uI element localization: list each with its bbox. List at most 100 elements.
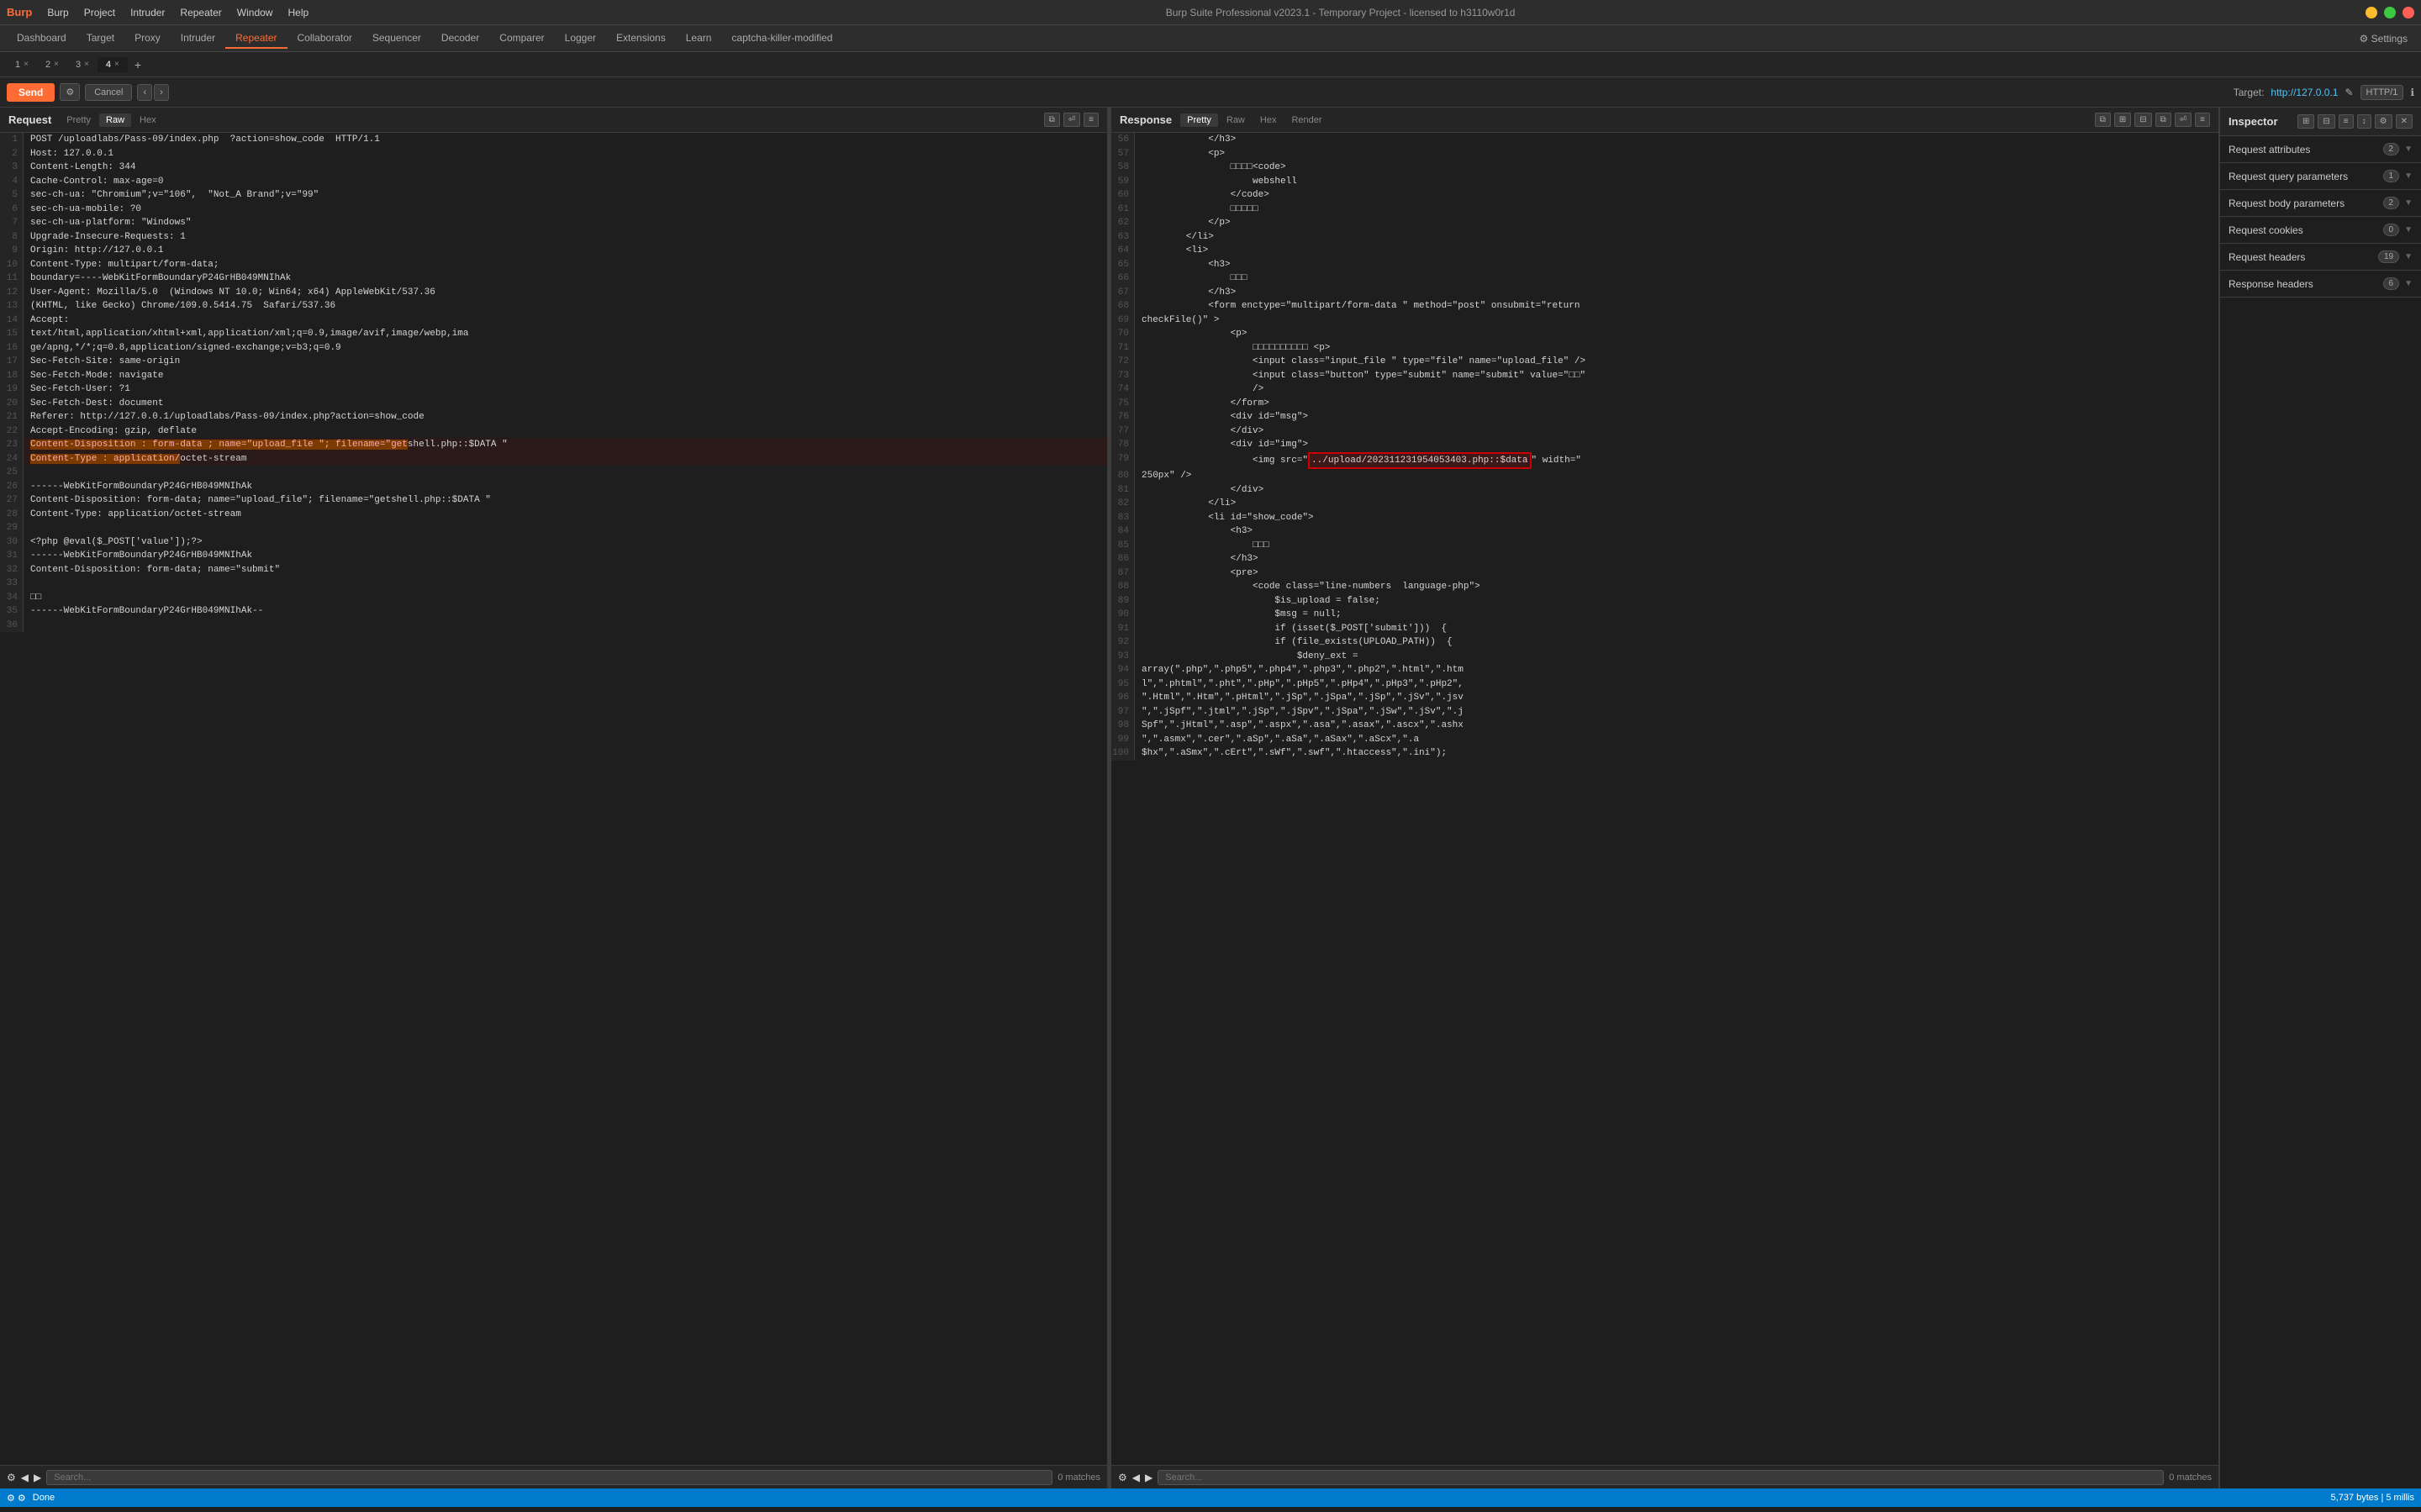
tab-extensions[interactable]: Extensions [606, 29, 676, 49]
back-button[interactable]: ‹ [137, 84, 152, 101]
response-tab-pretty[interactable]: Pretty [1180, 113, 1218, 127]
inspector-section-header[interactable]: Response headers 6 ▼ [2220, 271, 2421, 297]
repeater-tab-3[interactable]: 3 × [67, 57, 98, 72]
request-tab-hex[interactable]: Hex [133, 113, 163, 127]
tab-sequencer[interactable]: Sequencer [362, 29, 431, 49]
inspector-section-header[interactable]: Request body parameters 2 ▼ [2220, 190, 2421, 216]
inspector-section-header[interactable]: Request headers 19 ▼ [2220, 244, 2421, 270]
menu-help[interactable]: Help [281, 5, 315, 20]
request-search-input[interactable] [46, 1470, 1052, 1485]
tab-target[interactable]: Target [76, 29, 124, 49]
tab-proxy[interactable]: Proxy [124, 29, 171, 49]
title-bar: Burp Burp Project Intruder Repeater Wind… [0, 0, 2421, 25]
main-area: Request Pretty Raw Hex ⧉ ⏎ ≡ 1POST /uplo… [0, 108, 2421, 1488]
close-tab-1[interactable]: × [24, 60, 29, 69]
response-search-matches: 0 matches [2169, 1472, 2212, 1483]
response-view-btn2[interactable]: ⊞ [2114, 113, 2131, 127]
response-line: 71 □□□□□□□□□□ <p> [1111, 341, 2218, 356]
repeater-tab-4[interactable]: 4 × [98, 57, 128, 72]
request-line: 16ge/apng,*/*;q=0.8,application/signed-e… [0, 341, 1107, 356]
tab-comparer[interactable]: Comparer [489, 29, 554, 49]
close-tab-3[interactable]: × [84, 60, 89, 69]
gear-button[interactable]: ⚙ [60, 83, 80, 101]
close-tab-2[interactable]: × [54, 60, 59, 69]
menu-project[interactable]: Project [77, 5, 122, 20]
response-line: 97",".jSpf",".jtml",".jSp",".jSpv",".jSp… [1111, 705, 2218, 719]
window-controls: — □ ✕ [2366, 7, 2414, 18]
inspector-section-header[interactable]: Request attributes 2 ▼ [2220, 136, 2421, 162]
inspector-section: Request query parameters 1 ▼ [2220, 163, 2421, 190]
response-view-btn1[interactable]: ⧉ [2095, 113, 2111, 127]
menu-intruder[interactable]: Intruder [124, 5, 171, 20]
tab-captcha[interactable]: captcha-killer-modified [721, 29, 842, 49]
inspector-section-label: Response headers [2228, 278, 2313, 290]
minimize-button[interactable]: — [2366, 7, 2377, 18]
tab-logger[interactable]: Logger [555, 29, 606, 49]
response-line: 70 <p> [1111, 327, 2218, 341]
response-line: 81 </div> [1111, 483, 2218, 498]
tab-repeater[interactable]: Repeater [225, 29, 287, 49]
request-line: 19Sec-Fetch-User: ?1 [0, 382, 1107, 397]
request-tab-pretty[interactable]: Pretty [60, 113, 98, 127]
tab-intruder[interactable]: Intruder [171, 29, 225, 49]
repeater-tab-1[interactable]: 1 × [7, 57, 37, 72]
response-line: 96".Html",".Htm",".pHtml",".jSp",".jSpa"… [1111, 691, 2218, 705]
inspector-section-header[interactable]: Request cookies 0 ▼ [2220, 217, 2421, 243]
tab-decoder[interactable]: Decoder [431, 29, 489, 49]
close-button[interactable]: ✕ [2403, 7, 2414, 18]
request-line: 29 [0, 521, 1107, 535]
response-wrap-btn[interactable]: ⏎ [2175, 113, 2192, 127]
request-code[interactable]: 1POST /uploadlabs/Pass-09/index.php ?act… [0, 133, 1107, 1465]
response-tab-raw[interactable]: Raw [1220, 113, 1252, 127]
chevron-down-icon: ▼ [2404, 171, 2413, 181]
inspector-icon-4[interactable]: ↕ [2357, 114, 2371, 129]
response-code[interactable]: 56 </h3>57 <p>58 □□□□<code>59 webshell60… [1111, 133, 2218, 1465]
inspector-icon-2[interactable]: ⊟ [2318, 114, 2334, 129]
cancel-button[interactable]: Cancel [85, 84, 132, 101]
inspector-section-header[interactable]: Request query parameters 1 ▼ [2220, 163, 2421, 189]
tab-learn[interactable]: Learn [676, 29, 722, 49]
response-line: 86 </h3> [1111, 552, 2218, 566]
http-version[interactable]: HTTP/1 [2360, 85, 2404, 100]
response-line: 85 □□□ [1111, 539, 2218, 553]
response-panel: Response Pretty Raw Hex Render ⧉ ⊞ ⊟ ⧉ ⏎… [1111, 108, 2219, 1488]
tab-collaborator[interactable]: Collaborator [287, 29, 362, 49]
maximize-button[interactable]: □ [2384, 7, 2396, 18]
add-repeater-tab[interactable]: + [128, 55, 148, 74]
request-nav-back[interactable]: ◀ [21, 1472, 29, 1483]
edit-target-icon[interactable]: ✎ [2345, 87, 2353, 98]
inspector-close[interactable]: ✕ [2396, 114, 2413, 129]
request-copy-btn[interactable]: ⧉ [1044, 113, 1060, 127]
menu-repeater[interactable]: Repeater [173, 5, 228, 20]
menu-burp[interactable]: Burp [40, 5, 75, 20]
status-icons[interactable]: ⚙ ⚙ [7, 1493, 26, 1504]
request-nav-fwd[interactable]: ▶ [34, 1472, 41, 1483]
request-more-btn[interactable]: ≡ [1084, 113, 1099, 127]
response-line: 87 <pre> [1111, 566, 2218, 581]
send-button[interactable]: Send [7, 83, 55, 102]
response-nav-fwd[interactable]: ▶ [1145, 1472, 1152, 1483]
inspector-icon-3[interactable]: ≡ [2339, 114, 2354, 129]
response-line: 72 <input class="input_file " type="file… [1111, 355, 2218, 369]
response-view-btn3[interactable]: ⊟ [2134, 113, 2151, 127]
repeater-tab-2[interactable]: 2 × [37, 57, 67, 72]
request-tab-raw[interactable]: Raw [99, 113, 131, 127]
inspector-icon-1[interactable]: ⊞ [2297, 114, 2314, 129]
menu-window[interactable]: Window [230, 5, 280, 20]
response-tab-render[interactable]: Render [1284, 113, 1328, 127]
response-search-input[interactable] [1158, 1470, 2164, 1485]
close-tab-4[interactable]: × [114, 60, 119, 69]
response-tab-hex[interactable]: Hex [1253, 113, 1284, 127]
response-copy-btn[interactable]: ⧉ [2155, 113, 2171, 127]
toolbar: Send ⚙ Cancel ‹ › Target: http://127.0.0… [0, 77, 2421, 108]
inspector-settings[interactable]: ⚙ [2375, 114, 2392, 129]
settings-button[interactable]: ⚙ Settings [2353, 29, 2414, 48]
response-more-btn[interactable]: ≡ [2195, 113, 2210, 127]
tab-dashboard[interactable]: Dashboard [7, 29, 76, 49]
forward-button[interactable]: › [154, 84, 169, 101]
request-line: 13(KHTML, like Gecko) Chrome/109.0.5414.… [0, 299, 1107, 313]
request-line: 34□□ [0, 591, 1107, 605]
response-line: 56 </h3> [1111, 133, 2218, 147]
request-wrap-btn[interactable]: ⏎ [1063, 113, 1080, 127]
response-nav-back[interactable]: ◀ [1132, 1472, 1140, 1483]
